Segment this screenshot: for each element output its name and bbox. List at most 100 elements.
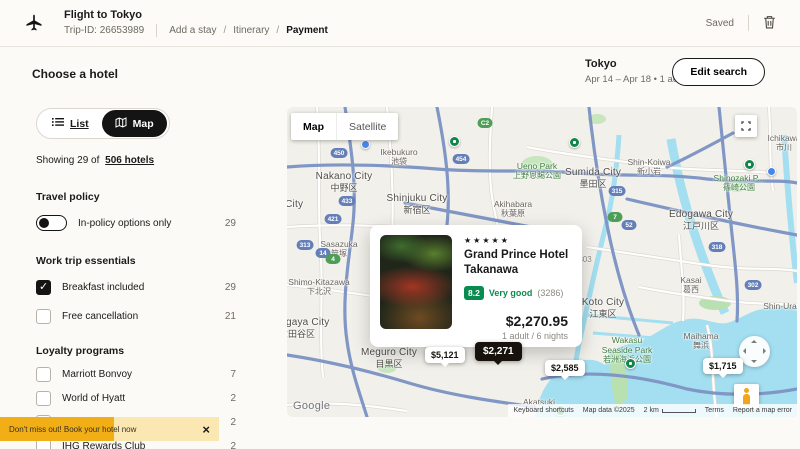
in-policy-filter-row: In-policy options only 29 <box>36 214 236 232</box>
pegman-icon <box>741 388 752 405</box>
breakfast-label: Breakfast included <box>62 282 144 293</box>
fullscreen-button[interactable] <box>735 115 757 137</box>
edit-search-button[interactable]: Edit search <box>672 58 765 86</box>
chevron-right-icon <box>763 348 766 354</box>
trash-icon <box>763 15 776 32</box>
chevron-down-icon <box>751 360 757 363</box>
map-type-map-button[interactable]: Map <box>291 113 336 140</box>
map-data-copyright: Map data ©2025 <box>583 407 635 414</box>
breadcrumb-separator: / <box>276 25 279 36</box>
breadcrumb-add-a-stay[interactable]: Add a stay <box>169 25 216 36</box>
hyatt-count: 2 <box>230 393 236 404</box>
google-logo: Google <box>293 400 330 412</box>
saved-status: Saved <box>706 18 734 29</box>
filters-sidebar: List Map Showing 29 of 506 hotels Travel… <box>36 108 236 449</box>
hotel-stars: ★★★★★ <box>464 236 510 245</box>
route-shield: C2 <box>478 118 493 128</box>
airline-logo-plane-icon <box>24 13 44 33</box>
trip-title: Flight to Tokyo <box>64 9 328 21</box>
hotel-marker-icon[interactable] <box>569 137 580 148</box>
chevron-up-icon <box>751 340 757 343</box>
hotel-price-caption: 1 adult / 6 nights <box>502 331 568 341</box>
marriott-count: 7 <box>230 369 236 380</box>
breadcrumb-itinerary[interactable]: Itinerary <box>233 25 269 36</box>
hotel-marker-icon[interactable] <box>449 136 460 147</box>
map-icon <box>115 117 127 131</box>
price-pin[interactable]: $2,585 <box>545 360 585 376</box>
travel-policy-heading: Travel policy <box>36 191 236 203</box>
view-toggle: List Map <box>36 108 170 139</box>
marriott-label: Marriott Bonvoy <box>62 369 132 380</box>
hotel-card[interactable]: ★★★★★ Grand Prince Hotel Takanawa 8.2 Ve… <box>370 225 582 347</box>
free-cancellation-label: Free cancellation <box>62 311 138 322</box>
route-shield: 433 <box>339 196 356 206</box>
in-policy-toggle[interactable] <box>36 215 67 231</box>
route-shield: 52 <box>622 220 637 230</box>
map-type-satellite-button[interactable]: Satellite <box>336 113 398 140</box>
hilton-count: 2 <box>230 417 236 428</box>
route-shield: 315 <box>609 186 626 196</box>
breadcrumb-payment[interactable]: Payment <box>286 25 328 36</box>
trip-id: Trip-ID: 26653989 <box>64 25 144 36</box>
hotel-marker-icon[interactable] <box>625 358 636 369</box>
view-toggle-map[interactable]: Map <box>102 110 167 137</box>
breakfast-checkbox[interactable] <box>36 280 51 295</box>
hotel-price: $2,270.95 <box>506 313 568 329</box>
marriott-checkbox[interactable] <box>36 367 51 382</box>
hyatt-label: World of Hyatt <box>62 393 125 404</box>
divider <box>748 15 749 31</box>
view-toggle-list[interactable]: List <box>39 117 102 130</box>
price-pin[interactable]: $1,715 <box>703 358 743 374</box>
route-shield: 302 <box>745 280 762 290</box>
price-pin-selected[interactable]: $2,271 <box>475 342 522 361</box>
close-icon[interactable]: × <box>202 423 210 436</box>
route-shield: 421 <box>325 214 342 224</box>
price-pin[interactable]: $5,121 <box>425 347 465 363</box>
map-type-control: Map Satellite <box>291 113 398 140</box>
loyalty-heading: Loyalty programs <box>36 345 236 357</box>
rating-count: (3286) <box>537 288 563 298</box>
hotel-rating: 8.2 Very good (3286) <box>464 286 563 300</box>
toggle-knob <box>39 218 49 228</box>
breadcrumb-separator: / <box>224 25 227 36</box>
route-shield: 318 <box>709 242 726 252</box>
free-cancellation-filter-row: Free cancellation 21 <box>36 307 236 325</box>
in-policy-count: 29 <box>225 218 236 229</box>
terms-link[interactable]: Terms <box>705 407 724 414</box>
map-pan-control[interactable] <box>739 336 770 367</box>
loyalty-row-marriott: Marriott Bonvoy 7 <box>36 365 236 383</box>
search-summary-bar: Choose a hotel Tokyo Apr 14 – Apr 18 • 1… <box>0 47 800 105</box>
route-shield: 454 <box>453 154 470 164</box>
poi-marker-icon <box>361 140 370 149</box>
list-icon <box>52 117 64 130</box>
report-map-error-link[interactable]: Report a map error <box>733 407 792 414</box>
results-count-text: Showing 29 of <box>36 155 99 166</box>
rating-score-badge: 8.2 <box>464 286 484 300</box>
page-title: Choose a hotel <box>32 67 118 81</box>
free-cancellation-checkbox[interactable] <box>36 309 51 324</box>
map-label: Map <box>133 118 154 130</box>
hyatt-checkbox[interactable] <box>36 391 51 406</box>
loyalty-row-hyatt: World of Hyatt 2 <box>36 389 236 407</box>
keyboard-shortcuts-link[interactable]: Keyboard shortcuts <box>513 407 573 414</box>
route-shield: 7 <box>608 212 623 222</box>
trip-info: Flight to Tokyo Trip-ID: 26653989 Add a … <box>64 9 328 37</box>
delete-trip-button[interactable] <box>763 15 776 32</box>
results-summary: Showing 29 of 506 hotels <box>36 155 236 166</box>
promo-banner-text: Don't miss out! Book your hotel now <box>9 425 136 434</box>
fullscreen-icon <box>741 119 751 134</box>
poi-marker-icon <box>767 167 776 176</box>
ihg-count: 2 <box>230 441 236 449</box>
hotel-marker-icon[interactable] <box>744 159 755 170</box>
hotel-name: Grand Prince Hotel Takanawa <box>464 248 576 278</box>
route-shield: 313 <box>297 240 314 250</box>
results-total-link[interactable]: 506 hotels <box>105 155 154 166</box>
divider <box>156 24 157 37</box>
chevron-left-icon <box>743 348 746 354</box>
ihg-label: IHG Rewards Club <box>62 441 145 449</box>
free-cancellation-count: 21 <box>225 311 236 322</box>
map-scale: 2 km <box>644 407 696 414</box>
scale-label: 2 km <box>644 407 659 414</box>
map-canvas[interactable]: Ikebukuro池袋 Nakano City中野区 Shinjuku City… <box>287 107 797 417</box>
app-header: Flight to Tokyo Trip-ID: 26653989 Add a … <box>0 0 800 47</box>
